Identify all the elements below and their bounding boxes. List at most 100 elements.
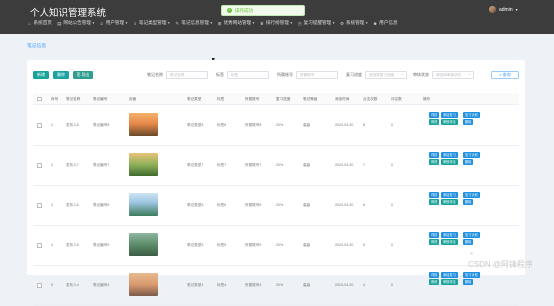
cell-index: 4 bbox=[51, 243, 53, 247]
row-action-button[interactable]: 删除 bbox=[463, 279, 474, 285]
cell-tag: 标签8 bbox=[217, 123, 227, 127]
row-checkbox[interactable] bbox=[37, 123, 42, 128]
note-name-input[interactable]: 笔记名称 bbox=[166, 71, 208, 79]
nav-item-label: 笔记类型管理 bbox=[138, 20, 167, 25]
cell-date: 2024-04-20 bbox=[335, 243, 354, 247]
row-action-button[interactable]: 复习计划 bbox=[463, 112, 480, 118]
row-action-button[interactable]: 修改 bbox=[429, 239, 440, 245]
row-action-button[interactable]: 详情 bbox=[429, 152, 440, 158]
search-button[interactable]: ⌕ 查询 bbox=[491, 71, 519, 79]
cell-comments: 0 bbox=[391, 283, 393, 287]
cell-tag: 标签7 bbox=[217, 163, 227, 167]
chevron-down-icon: ▾ bbox=[92, 21, 95, 25]
nav-item-2[interactable]: ☺ 用户管理 ▾ bbox=[99, 20, 127, 26]
remind-icon: ◷ bbox=[297, 20, 302, 26]
column-header: 评论数 bbox=[391, 97, 402, 101]
row-checkbox[interactable] bbox=[37, 163, 42, 168]
cell-index: 2 bbox=[51, 163, 53, 167]
row-action-button[interactable]: 详情 bbox=[429, 232, 440, 238]
nav-item-8[interactable]: ⚙ 系统管理 ▾ bbox=[340, 20, 368, 26]
select-all-checkbox[interactable] bbox=[37, 96, 42, 101]
cell-clicks: 4 bbox=[363, 283, 365, 287]
row-checkbox[interactable] bbox=[37, 283, 42, 288]
cell-code: 笔记编号6 bbox=[93, 203, 110, 207]
row-action-button[interactable]: 添加复习 bbox=[441, 272, 458, 278]
status-select[interactable]: 请选择审核状态 bbox=[432, 71, 474, 79]
review-select[interactable]: 请选择复习进度 bbox=[365, 71, 407, 79]
row-action-button[interactable]: 添加复习 bbox=[441, 232, 458, 238]
cell-account: 所属账号7 bbox=[245, 163, 262, 167]
nav-item-7[interactable]: ◷ 复习提醒管理 ▾ bbox=[297, 20, 335, 26]
table-row[interactable]: 5 发布人4 笔记编号4 笔记类型4 标签4 所属账号4 20% 高级 2024-04-20 4 0… bbox=[33, 266, 519, 306]
row-action-button[interactable]: 添加复习 bbox=[441, 152, 458, 158]
row-checkbox[interactable] bbox=[37, 243, 42, 248]
row-action-button[interactable]: 删除 bbox=[463, 199, 474, 205]
cell-date: 2024-04-20 bbox=[335, 163, 354, 167]
table-row[interactable]: 3 发布人6 笔记编号6 笔记类型6 标签6 所属账号6 20% 高级 2024-04-20 6 0… bbox=[33, 186, 519, 226]
nav-item-label: 系统管理 bbox=[346, 20, 365, 25]
row-action-button[interactable]: 审核评论 bbox=[441, 159, 458, 165]
chevron-down-icon: ▾ bbox=[515, 7, 518, 12]
row-action-button[interactable]: 审核评论 bbox=[441, 279, 458, 285]
row-action-button[interactable]: 复习计划 bbox=[463, 232, 480, 238]
row-action-button[interactable]: 删除 bbox=[463, 119, 474, 125]
table-row[interactable]: 4 发布人5 笔记编号5 笔记类型5 标签5 所属账号5 20% 高级 2024-04-20 5 0… bbox=[33, 226, 519, 266]
export-button[interactable]: ⎘ 导出 bbox=[73, 71, 94, 79]
nav-item-5[interactable]: ⊞ 优秀网站管理 ▾ bbox=[217, 20, 255, 26]
row-action-button[interactable]: 详情 bbox=[429, 192, 440, 198]
row-action-button[interactable]: 修改 bbox=[429, 119, 440, 125]
nav-item-0[interactable]: ⌂ 系统首页 bbox=[27, 20, 52, 26]
breadcrumb[interactable]: 笔记信息 bbox=[27, 42, 46, 49]
delete-button[interactable]: 删除 bbox=[53, 71, 69, 79]
tag-input[interactable]: 标签 bbox=[227, 71, 269, 79]
rank-icon: ♛ bbox=[259, 20, 264, 26]
nav-item-label: 用户管理 bbox=[105, 20, 125, 25]
cell-account: 所属账号6 bbox=[245, 203, 262, 207]
row-action-button[interactable]: 修改 bbox=[429, 279, 440, 285]
user-menu[interactable]: admin ▾ bbox=[489, 6, 518, 13]
table-row[interactable]: 1 发布人8 笔记编号8 笔记类型8 标签8 所属账号8 20% 高级 2024-04-20 8 0… bbox=[33, 106, 519, 146]
cell-index: 5 bbox=[51, 283, 53, 287]
row-action-button[interactable]: 审核评论 bbox=[441, 119, 458, 125]
row-action-button[interactable]: 详情 bbox=[429, 112, 440, 118]
row-action-button[interactable]: 复习计划 bbox=[463, 272, 480, 278]
tag-label: 标签 bbox=[216, 72, 224, 77]
nav-item-1[interactable]: ▤ 网站公告管理 ▾ bbox=[57, 20, 94, 26]
user-icon: ☺ bbox=[99, 20, 105, 26]
row-action-button[interactable]: 添加复习 bbox=[441, 192, 458, 198]
row-checkbox[interactable] bbox=[37, 203, 42, 208]
cell-level: 高级 bbox=[303, 283, 311, 287]
cell-comments: 0 bbox=[391, 243, 393, 247]
row-action-button[interactable]: 审核评论 bbox=[441, 199, 458, 205]
row-action-button[interactable]: 复习计划 bbox=[463, 152, 480, 158]
cell-index: 1 bbox=[51, 123, 53, 127]
row-action-button[interactable]: 审核评论 bbox=[441, 239, 458, 245]
cell-account: 所属账号5 bbox=[245, 243, 262, 247]
cell-comments: 0 bbox=[391, 203, 393, 207]
table-row[interactable]: 2 发布人7 笔记编号7 笔记类型7 标签7 所属账号7 20% 高级 2024-04-20 7 0… bbox=[33, 146, 519, 186]
row-action-button[interactable]: 添加复习 bbox=[441, 112, 458, 118]
row-action-button[interactable]: 复习计划 bbox=[463, 192, 480, 198]
account-input[interactable]: 所属账号 bbox=[296, 71, 338, 79]
home-icon: ⌂ bbox=[28, 20, 31, 26]
nav-item-label: 网站公告管理 bbox=[63, 20, 91, 25]
row-action-button[interactable]: 删除 bbox=[463, 239, 474, 245]
add-button[interactable]: 新增 bbox=[33, 71, 49, 79]
row-action-button[interactable]: 修改 bbox=[429, 159, 440, 165]
row-action-button[interactable]: 删除 bbox=[463, 159, 474, 165]
app-title: 个人知识管理系统 bbox=[30, 8, 107, 19]
cell-progress: 20% bbox=[276, 163, 284, 167]
row-action-button[interactable]: 详情 bbox=[429, 272, 440, 278]
nav-item-label: 用户信息 bbox=[379, 20, 398, 25]
cell-account: 所属账号8 bbox=[245, 123, 262, 127]
nav-item-9[interactable]: ☻ 用户信息 bbox=[373, 20, 398, 26]
row-action-button[interactable]: 修改 bbox=[429, 199, 440, 205]
nav-item-3[interactable]: ≡ 笔记类型管理 ▾ bbox=[132, 20, 170, 26]
nav-item-6[interactable]: ♛ 排行榜管理 ▾ bbox=[259, 20, 292, 26]
top-bar: 个人知识管理系统 ✓ 操作成功 admin ▾ ⌂ 系统首页 ▤ 网站公告管理 ▾ ☺ 用户… bbox=[0, 0, 554, 34]
nav-item-4[interactable]: ✎ 笔记信息管理 ▾ bbox=[175, 20, 212, 26]
cell-type: 笔记类型8 bbox=[187, 123, 204, 127]
cell-account: 所属账号4 bbox=[245, 283, 262, 287]
faint-label: ✱ bbox=[470, 251, 474, 256]
content-panel: 新增 删除 ⎘ 导出 笔记名称 笔记名称 标签 标签 所属账号 所属账号 复习进… bbox=[27, 60, 525, 306]
